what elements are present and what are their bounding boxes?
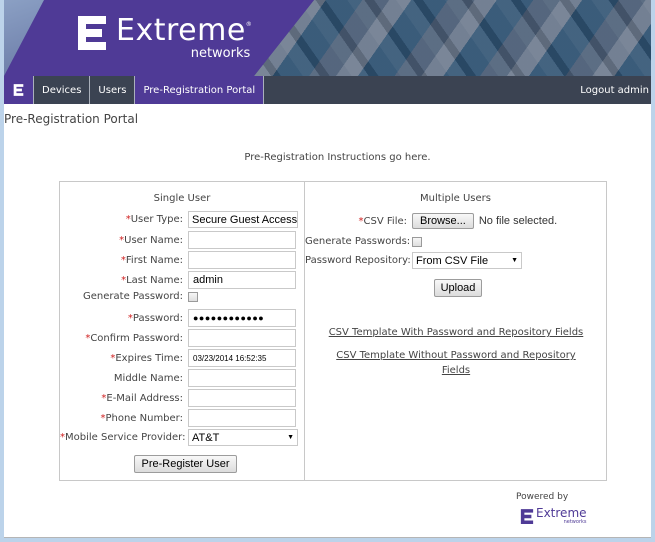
upload-button[interactable]: Upload (433, 279, 483, 297)
user-name-label: *User Name: (119, 234, 183, 246)
extreme-e-logo-icon (78, 16, 106, 50)
generate-passwords-label: Generate Passwords: (305, 236, 411, 247)
portal-page: Extreme® networks Devices Users Pre-Regi… (4, 0, 651, 538)
expires-time-input[interactable]: 03/23/2014 16:52:35 (188, 349, 296, 367)
browse-button[interactable]: Browse... (412, 213, 474, 229)
user-type-select[interactable]: Secure Guest Access▼ (188, 211, 298, 228)
password-repository-select[interactable]: From CSV File ▼ (412, 252, 522, 269)
footer-brand-name: Extreme (536, 506, 587, 520)
first-name-input[interactable] (188, 251, 296, 269)
single-user-title: Single User (153, 193, 211, 204)
single-user-section: Single User *User Type: Secure Guest Acc… (60, 182, 305, 480)
banner-background-image (254, 0, 651, 76)
password-label: *Password: (127, 312, 183, 324)
nav-tab-pre-registration-portal[interactable]: Pre-Registration Portal (135, 76, 265, 104)
csv-file-label: *CSV File: (358, 215, 407, 227)
brand-subname: networks (190, 46, 251, 61)
csv-template-with-password-link[interactable]: CSV Template With Password and Repositor… (329, 327, 584, 338)
logout-link[interactable]: Logout admin (580, 76, 651, 104)
pre-register-user-button[interactable]: Pre-Register User (134, 455, 237, 473)
registration-panel: Single User *User Type: Secure Guest Acc… (59, 181, 607, 481)
extreme-networks-logo: Extreme® networks (76, 16, 252, 60)
brand-name: Extreme (116, 13, 246, 48)
password-repository-label: Password Repository: (305, 255, 411, 266)
csv-template-without-password-link[interactable]: CSV Template Without Password and Reposi… (336, 348, 576, 378)
chevron-down-icon: ▼ (511, 257, 518, 264)
page-title: Pre-Registration Portal (4, 112, 139, 126)
multiple-users-title: Multiple Users (420, 193, 491, 204)
expires-time-label: *Expires Time: (110, 352, 183, 364)
last-name-label: *Last Name: (121, 274, 183, 286)
multiple-users-section: Multiple Users *CSV File: Browse... No f… (305, 182, 606, 480)
header-banner: Extreme® networks (4, 0, 651, 76)
email-label: *E-Mail Address: (101, 392, 183, 404)
email-input[interactable] (188, 389, 296, 407)
last-name-input[interactable]: admin (188, 271, 296, 289)
middle-name-label: Middle Name: (113, 372, 183, 384)
generate-password-checkbox[interactable] (188, 291, 198, 302)
password-input[interactable]: ●●●●●●●●●●●● (188, 309, 296, 327)
phone-number-label: *Phone Number: (100, 412, 183, 424)
confirm-password-label: *Confirm Password: (85, 332, 183, 344)
nav-home-logo[interactable] (4, 76, 34, 104)
csv-file-status: No file selected. (478, 215, 558, 227)
extreme-e-logo-icon (13, 84, 24, 96)
user-type-label: *User Type: (125, 214, 183, 225)
phone-number-input[interactable] (188, 409, 296, 427)
extreme-e-logo-icon (520, 508, 534, 524)
chevron-down-icon: ▼ (287, 434, 294, 441)
first-name-label: *First Name: (120, 254, 183, 266)
user-name-input[interactable] (188, 231, 296, 249)
instructions-text: Pre-Registration Instructions go here. (244, 152, 431, 163)
generate-passwords-checkbox[interactable] (412, 236, 422, 247)
mobile-provider-select[interactable]: AT&T ▼ (188, 429, 298, 446)
confirm-password-input[interactable] (188, 329, 296, 347)
mobile-provider-label: *Mobile Service Provider: (60, 432, 186, 443)
footer-extreme-logo: Extreme networks (520, 507, 587, 525)
powered-by-label: Powered by (516, 492, 569, 502)
generate-password-label: Generate Password: (83, 291, 183, 302)
nav-tab-users[interactable]: Users (90, 76, 136, 104)
top-nav: Devices Users Pre-Registration Portal Lo… (4, 76, 651, 104)
nav-tab-devices[interactable]: Devices (34, 76, 91, 104)
middle-name-input[interactable] (188, 369, 296, 387)
